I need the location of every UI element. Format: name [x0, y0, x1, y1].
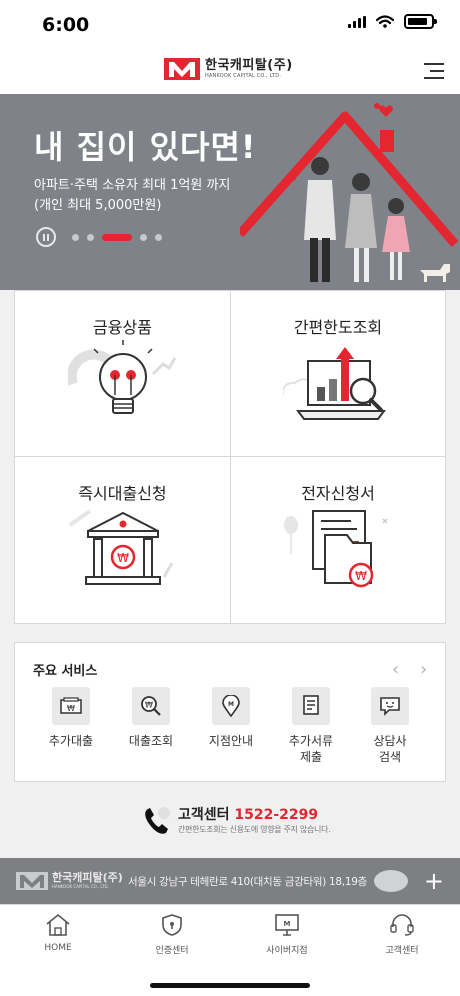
carousel-dot[interactable] — [87, 234, 94, 241]
company-logo[interactable]: 한국캐피탈(주) HANKOOK CAPITAL CO., LTD. — [164, 58, 293, 80]
status-bar: 6:00 — [0, 0, 460, 50]
home-indicator — [150, 983, 310, 988]
certification-badge-icon — [374, 870, 408, 892]
status-icons — [348, 14, 437, 29]
laptop-chart-icon — [283, 347, 386, 420]
customer-center-label: 고객센터 1522-2299 — [178, 807, 319, 823]
svg-text:₩: ₩ — [117, 551, 129, 565]
menu-grid: 금융상품 간편한도조회 즉시대출신청 ₩ 전자신청서 ₩ — [14, 290, 446, 624]
service-label: 추가서류 제출 — [288, 734, 334, 764]
bottom-tab-bar: HOME 인증센터 M 사이버지점 고객센터 — [0, 904, 460, 996]
footer-logo-mark-icon — [16, 872, 48, 890]
phone-icon — [145, 807, 170, 834]
logo-mark-icon — [164, 58, 200, 80]
logo-korean: 한국캐피탈(주) — [205, 57, 293, 73]
grid-label: 전자신청서 — [301, 484, 375, 503]
grid-item-e-application[interactable]: 전자신청서 ₩ — [230, 457, 446, 623]
chevron-right-icon[interactable]: › — [420, 659, 427, 680]
footer-logo: 한국캐피탈(주) HANKOOK CAPITAL CO., LTD. — [16, 872, 123, 890]
shield-icon — [162, 914, 182, 936]
customer-center-number[interactable]: 1522-2299 — [234, 807, 318, 823]
app-header: 한국캐피탈(주) HANKOOK CAPITAL CO., LTD. — [0, 50, 460, 94]
headset-icon — [390, 914, 414, 936]
home-icon — [46, 913, 70, 936]
plus-icon[interactable]: + — [424, 867, 444, 895]
grid-item-instant-loan[interactable]: 즉시대출신청 ₩ — [15, 457, 231, 623]
hamburger-menu-icon[interactable] — [424, 63, 444, 80]
carousel-indicator — [72, 234, 162, 241]
customer-center[interactable]: 고객센터 1522-2299 간편한도조회는 신용도에 영향을 주지 않습니다. — [0, 800, 460, 840]
carousel-dot[interactable] — [155, 234, 162, 241]
footer-bar: 한국캐피탈(주) HANKOOK CAPITAL CO., LTD. 서울시 강… — [0, 858, 460, 904]
service-additional-loan[interactable]: ₩ 추가대출 — [36, 687, 106, 749]
promo-banner[interactable]: 내 집이 있다면! 아파트·주택 소유자 최대 1억원 까지 (개인 최대 5,… — [0, 94, 460, 290]
monitor-icon: M — [275, 914, 299, 936]
wallet-icon: ₩ — [52, 687, 90, 725]
svg-text:M: M — [228, 701, 234, 708]
status-time: 6:00 — [42, 14, 90, 36]
banner-subtitle-note: (개인 최대 5,000만원) — [34, 198, 162, 213]
document-icon — [292, 687, 330, 725]
chevron-left-icon[interactable]: ‹ — [392, 659, 399, 680]
company-address: 서울시 강남구 테헤란로 410(대치동 금강타워) 18,19층 — [128, 876, 367, 888]
tab-label: 사이버지점 — [266, 946, 308, 956]
service-submit-documents[interactable]: 추가서류 제출 — [276, 687, 346, 765]
tab-label: HOME — [44, 943, 72, 953]
customer-center-note: 간편한도조회는 신용도에 영향을 주지 않습니다. — [178, 825, 331, 834]
svg-text:₩: ₩ — [145, 701, 153, 710]
svg-text:₩: ₩ — [67, 704, 75, 713]
service-loan-inquiry[interactable]: ₩ 대출조회 — [116, 687, 186, 749]
svg-text:M: M — [284, 920, 291, 928]
search-won-icon: ₩ — [132, 687, 170, 725]
service-label: 지점안내 — [208, 734, 254, 748]
services-heading: 주요 서비스 — [33, 664, 98, 679]
map-pin-icon: M — [212, 687, 250, 725]
service-counselor-search[interactable]: 상담사 검색 — [355, 687, 425, 765]
main-services: 주요 서비스 ‹ › ₩ 추가대출 ₩ 대출조회 M 지점안내 추가서류 제출 상… — [14, 642, 446, 782]
battery-icon — [404, 14, 437, 29]
svg-text:₩: ₩ — [355, 569, 367, 583]
tab-cyber-branch[interactable]: M 사이버지점 — [237, 913, 337, 956]
grid-item-products[interactable]: 금융상품 — [15, 291, 231, 457]
carousel-dot[interactable] — [72, 234, 79, 241]
pause-icon[interactable] — [36, 227, 56, 247]
service-branch-info[interactable]: M 지점안내 — [196, 687, 266, 749]
grid-label: 금융상품 — [93, 318, 152, 337]
banner-title: 내 집이 있다면! — [34, 128, 257, 166]
document-folder-icon: ₩ — [284, 510, 388, 588]
carousel-dot-active[interactable] — [102, 234, 132, 241]
wifi-icon — [376, 15, 394, 28]
tab-auth-center[interactable]: 인증센터 — [122, 913, 222, 956]
grid-item-limit-check[interactable]: 간편한도조회 — [230, 291, 446, 457]
banner-subtitle: 아파트·주택 소유자 최대 1억원 까지 — [34, 178, 231, 193]
tab-label: 고객센터 — [385, 946, 419, 956]
service-label: 추가대출 — [48, 734, 94, 748]
footer-logo-korean: 한국캐피탈(주) — [52, 871, 123, 884]
tab-label: 인증센터 — [155, 946, 189, 956]
lightbulb-icon — [68, 340, 177, 414]
bank-building-icon: ₩ — [68, 509, 174, 585]
carousel-dot[interactable] — [140, 234, 147, 241]
tab-customer-center[interactable]: 고객센터 — [352, 913, 452, 956]
family-house-illustration — [240, 103, 459, 282]
grid-label: 즉시대출신청 — [78, 484, 167, 503]
logo-english: HANKOOK CAPITAL CO., LTD. — [205, 72, 282, 79]
tab-home[interactable]: HOME — [8, 913, 108, 953]
signal-icon — [348, 15, 366, 28]
chat-bubble-icon — [371, 687, 409, 725]
footer-logo-english: HANKOOK CAPITAL CO., LTD. — [52, 884, 109, 889]
service-label: 대출조회 — [128, 734, 174, 748]
service-label: 상담사 검색 — [373, 734, 407, 764]
grid-label: 간편한도조회 — [293, 318, 383, 337]
